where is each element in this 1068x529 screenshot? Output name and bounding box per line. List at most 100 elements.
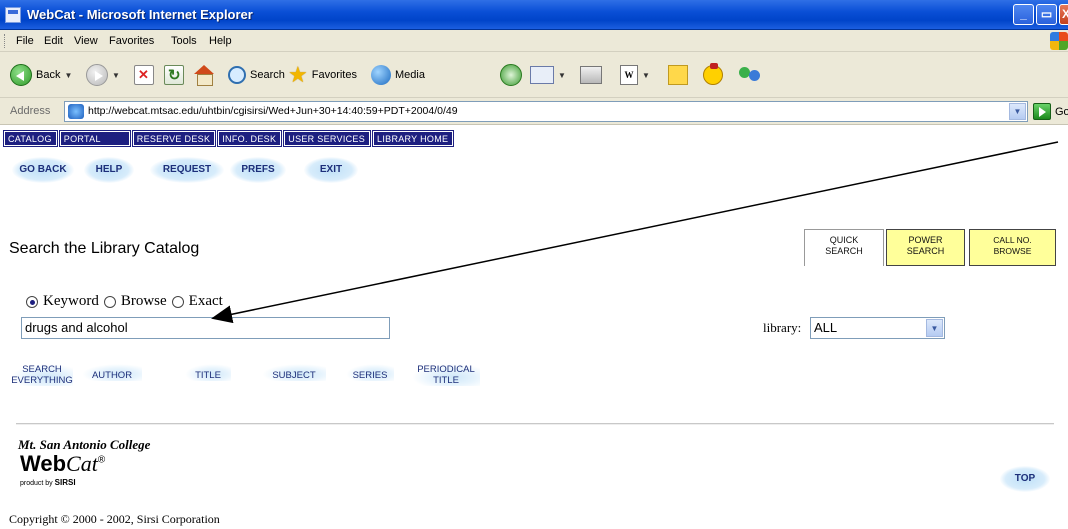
search-type-radios: Keyword Browse Exact <box>26 293 223 310</box>
search-button[interactable]: Search <box>228 62 285 88</box>
menu-help[interactable]: Help <box>209 35 232 47</box>
logo-web: Web <box>20 451 67 476</box>
address-url: http://webcat.mtsac.edu/uhtbin/cgisirsi/… <box>88 105 458 117</box>
chevron-down-icon: ▼ <box>926 319 943 337</box>
address-input[interactable]: http://webcat.mtsac.edu/uhtbin/cgisirsi/… <box>64 101 1028 122</box>
print-button[interactable] <box>580 62 602 88</box>
search-icon <box>228 66 246 84</box>
refresh-button[interactable] <box>164 62 184 88</box>
tab-quick-search[interactable]: QUICK SEARCH <box>804 229 884 266</box>
search-everything-button[interactable]: SEARCH EVERYTHING <box>11 364 73 386</box>
search-input[interactable]: drugs and alcohol <box>21 317 390 339</box>
home-icon <box>193 65 215 86</box>
forward-button[interactable]: ▼ <box>86 62 120 88</box>
back-icon <box>10 64 32 86</box>
favorites-label: Favorites <box>311 69 357 81</box>
tab-call-no-browse[interactable]: CALL NO. BROWSE <box>969 229 1056 266</box>
go-label: Go <box>1055 105 1068 118</box>
notes-button[interactable] <box>668 62 688 88</box>
yahoo-messenger-button[interactable] <box>703 62 723 88</box>
request-button[interactable]: REQUEST <box>150 157 224 183</box>
messenger-button[interactable] <box>737 62 763 88</box>
notes-icon <box>668 65 688 85</box>
radio-browse-label: Browse <box>120 293 167 309</box>
tab-power-search[interactable]: POWER SEARCH <box>886 229 965 266</box>
address-bar: Address http://webcat.mtsac.edu/uhtbin/c… <box>0 98 1068 125</box>
library-select-value: ALL <box>814 320 838 335</box>
top-button[interactable]: TOP <box>1000 466 1050 492</box>
periodical-title-button[interactable]: PERIODICAL TITLE <box>412 364 480 386</box>
nav-user-services[interactable]: USER SERVICES <box>283 130 372 147</box>
library-nav: CATALOG PORTAL RESERVE DESK INFO. DESK U… <box>3 130 455 148</box>
logo-registered: ® <box>97 454 106 466</box>
divider <box>16 423 1054 425</box>
address-label: Address <box>10 105 51 117</box>
search-everything-line1: SEARCH <box>22 364 62 375</box>
stop-button[interactable] <box>134 62 154 88</box>
radio-keyword-label: Keyword <box>43 293 99 309</box>
nav-library-home[interactable]: LIBRARY HOME <box>372 130 455 147</box>
nav-info-desk[interactable]: INFO. DESK <box>217 130 283 147</box>
exit-button[interactable]: EXIT <box>304 157 358 183</box>
page-title: Search the Library Catalog <box>9 240 200 257</box>
mail-button[interactable]: ▼ <box>530 62 566 88</box>
title-button[interactable]: TITLE <box>185 364 231 381</box>
sirsi-label: SIRSI <box>54 478 76 487</box>
close-button[interactable]: X <box>1059 4 1068 25</box>
title-label: TITLE <box>195 370 221 381</box>
webcat-logo: WebCat® <box>20 451 105 477</box>
window-title: WebCat - Microsoft Internet Explorer <box>27 7 253 22</box>
maximize-button[interactable]: ▭ <box>1036 4 1057 25</box>
radio-keyword[interactable] <box>26 295 38 308</box>
subject-button[interactable]: SUBJECT <box>262 364 326 381</box>
tab-call-no-line1: CALL NO. <box>993 235 1032 245</box>
home-button[interactable] <box>193 62 215 88</box>
menu-file[interactable]: File <box>16 35 34 47</box>
nav-reserve-desk[interactable]: RESERVE DESK <box>131 130 217 147</box>
library-select[interactable]: ALL ▼ <box>810 317 945 339</box>
menu-tools[interactable]: Tools <box>171 35 197 47</box>
favorites-star-icon: ★ <box>288 62 308 87</box>
address-dropdown-button[interactable]: ▼ <box>1009 103 1026 120</box>
go-arrow-icon <box>1033 103 1051 120</box>
chevron-down-icon: ▼ <box>112 70 120 80</box>
go-back-button[interactable]: GO BACK <box>12 157 74 183</box>
search-label: Search <box>250 69 285 81</box>
edit-word-button[interactable]: W ▼ <box>620 62 650 88</box>
print-icon <box>580 66 602 84</box>
nav-portal[interactable]: PORTAL <box>58 130 131 147</box>
tab-power-search-line2: SEARCH <box>906 246 945 256</box>
tab-quick-search-line1: QUICK <box>829 235 859 245</box>
radio-browse[interactable] <box>103 295 116 308</box>
sirsi-credit: product by SIRSI <box>20 478 76 487</box>
search-everything-line2: EVERYTHING <box>11 375 73 386</box>
word-icon: W <box>620 65 638 85</box>
media-label: Media <box>395 69 425 81</box>
back-button[interactable]: Back ▼ <box>10 62 72 88</box>
nav-catalog[interactable]: CATALOG <box>3 130 58 147</box>
tab-power-search-line1: POWER <box>908 235 943 245</box>
series-button[interactable]: SERIES <box>346 364 394 381</box>
radio-exact[interactable] <box>171 295 184 308</box>
menu-view[interactable]: View <box>74 35 98 47</box>
mail-icon <box>530 66 554 84</box>
history-button[interactable] <box>500 62 522 88</box>
media-button[interactable]: Media <box>371 62 425 88</box>
chevron-down-icon: ▼ <box>558 70 566 80</box>
menu-favorites[interactable]: Favorites <box>109 35 154 47</box>
series-label: SERIES <box>352 370 388 381</box>
author-button[interactable]: AUTHOR <box>82 364 142 381</box>
standard-toolbar: Back ▼ ▼ Search ★ Favorites Media ▼ W ▼ <box>0 52 1068 98</box>
go-button[interactable]: Go <box>1033 103 1068 120</box>
minimize-button[interactable]: _ <box>1013 4 1034 25</box>
menu-edit[interactable]: Edit <box>44 35 63 47</box>
copyright: Copyright © 2000 - 2002, Sirsi Corporati… <box>9 512 220 526</box>
author-label: AUTHOR <box>91 370 133 381</box>
favorites-button[interactable]: ★ Favorites <box>288 62 357 88</box>
chevron-down-icon: ▼ <box>642 70 650 80</box>
radio-exact-label: Exact <box>188 293 223 309</box>
help-button[interactable]: HELP <box>84 157 134 183</box>
prefs-button[interactable]: PREFS <box>230 157 286 183</box>
ie-icon <box>5 7 21 23</box>
stop-icon <box>134 65 154 85</box>
